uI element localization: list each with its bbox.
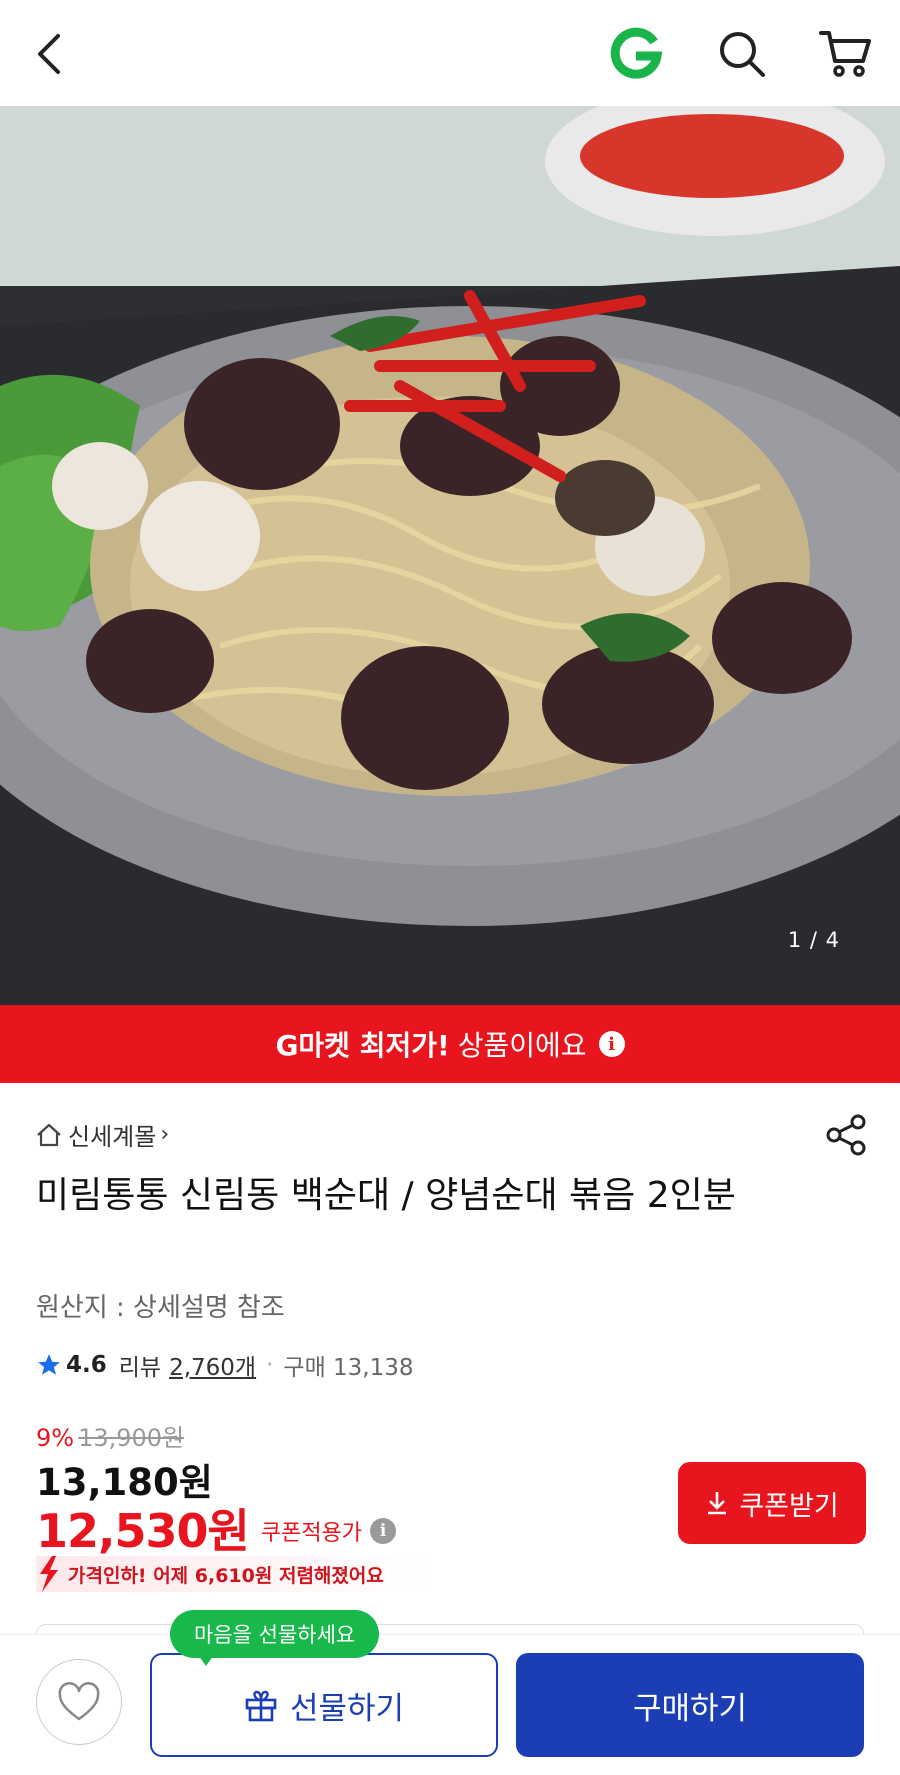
tooltip-tail bbox=[196, 1652, 216, 1666]
star-icon bbox=[38, 1354, 60, 1375]
lowest-price-banner[interactable]: G마켓 최저가! 상품이에요 i bbox=[0, 1005, 900, 1083]
coupon-price: 12,530원 bbox=[36, 1504, 250, 1558]
review-label: 리뷰 bbox=[118, 1355, 162, 1381]
banner-bold-text: G마켓 최저가! bbox=[275, 1029, 450, 1062]
image-counter: 1 / 4 bbox=[787, 928, 840, 952]
download-icon bbox=[708, 1492, 727, 1515]
cart-button[interactable] bbox=[814, 22, 878, 86]
origin-info: 원산지 : 상세설명 참조 bbox=[36, 1293, 285, 1323]
gmarket-logo[interactable] bbox=[604, 22, 668, 86]
original-price: 13,900원 bbox=[78, 1424, 185, 1452]
gift-button[interactable]: 선물하기 bbox=[150, 1653, 498, 1757]
search-icon bbox=[720, 32, 765, 77]
price-drop-notice: 가격인하! 어제 6,610원 저렴해졌어요 bbox=[36, 1556, 436, 1592]
gift-tooltip: 마음을 선물하세요 bbox=[170, 1610, 380, 1658]
gmarket-logo-icon bbox=[610, 27, 663, 79]
buy-button-label: 구매하기 bbox=[632, 1690, 748, 1727]
banner-text: 상품이에요 bbox=[457, 1029, 587, 1062]
review-count-link[interactable]: 2,760개 bbox=[169, 1348, 256, 1382]
wishlist-button[interactable] bbox=[36, 1659, 122, 1745]
purchase-count: 구매 13,138 bbox=[283, 1355, 414, 1381]
share-button[interactable] bbox=[824, 1113, 868, 1157]
coupon-download-button[interactable]: 쿠폰받기 bbox=[678, 1462, 866, 1544]
info-icon[interactable]: i bbox=[370, 1518, 397, 1544]
product-photo bbox=[0, 106, 900, 1005]
coupon-price-label: 쿠폰적용가 bbox=[260, 1521, 363, 1546]
rating-score: 4.6 bbox=[66, 1352, 107, 1378]
gift-button-label: 선물하기 bbox=[289, 1690, 405, 1727]
lightning-down-icon bbox=[40, 1556, 58, 1592]
separator-dot: · bbox=[266, 1352, 274, 1378]
home-icon bbox=[37, 1123, 61, 1146]
store-link[interactable]: 신세계몰 › bbox=[36, 1117, 169, 1152]
cart-icon bbox=[819, 31, 871, 77]
heart-icon bbox=[58, 1682, 100, 1721]
product-title: 미림통통 신림동 백순대 / 양념순대 볶음 2인분 bbox=[36, 1175, 736, 1216]
discount-percent: 9% bbox=[36, 1424, 75, 1452]
rating-row: 4.6 리뷰 2,760개 · 구매 13,138 bbox=[36, 1348, 414, 1382]
product-image-carousel[interactable]: 1 / 4 bbox=[0, 106, 900, 1005]
coupon-button-label: 쿠폰받기 bbox=[739, 1490, 839, 1522]
price-drop-text: 가격인하! 어제 6,610원 저렴해졌어요 bbox=[68, 1564, 384, 1587]
search-button[interactable] bbox=[710, 22, 774, 86]
coupon-price-row: 12,530원 쿠폰적용가 i bbox=[36, 1495, 397, 1561]
discount-row: 9% 13,900원 bbox=[36, 1418, 184, 1453]
chevron-left-icon bbox=[38, 34, 60, 74]
chevron-right-icon: › bbox=[160, 1122, 170, 1147]
gift-icon bbox=[245, 1690, 277, 1722]
buy-button[interactable]: 구매하기 bbox=[516, 1653, 864, 1757]
bottom-action-bar: 선물하기 구매하기 bbox=[0, 1634, 900, 1775]
top-app-bar bbox=[0, 0, 900, 106]
share-icon bbox=[826, 1114, 866, 1156]
store-name: 신세계몰 bbox=[68, 1123, 157, 1151]
info-icon[interactable]: i bbox=[598, 1031, 625, 1057]
back-button[interactable] bbox=[18, 22, 82, 86]
